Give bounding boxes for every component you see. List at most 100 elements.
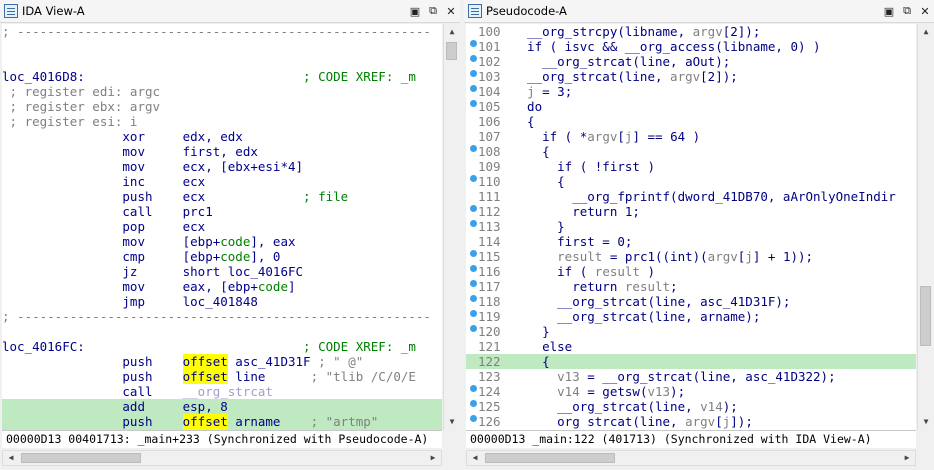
scroll-right-icon[interactable]: ▶ [899, 451, 915, 465]
asm-token: push [2, 414, 183, 429]
code-token: [2]); [700, 69, 738, 84]
code-token: j [745, 249, 753, 264]
scroll-left-icon[interactable]: ◀ [467, 451, 483, 465]
code-token: = 3; [534, 84, 573, 99]
pseudocode-line[interactable]: 121 else [466, 339, 916, 354]
asm-line[interactable]: cmp [ebp+code], 0 [2, 249, 442, 264]
pseudocode-line[interactable]: 120 } [466, 324, 916, 339]
pseudocode-line[interactable]: 113 } [466, 219, 916, 234]
asm-line[interactable]: pop ecx [2, 219, 442, 234]
asm-line[interactable]: loc_4016FC: ; CODE XREF: _m [2, 339, 442, 354]
pseudocode-line[interactable]: 123 v13 = __org_strcat(line, asc_41D322)… [466, 369, 916, 392]
pseudocode-line[interactable]: 110 { [466, 174, 916, 189]
pseudocode-line[interactable]: 124 v14 = getsw(v13); [466, 384, 916, 407]
hscroll-thumb[interactable] [485, 453, 615, 463]
asm-line[interactable]: ; register esi: i [2, 114, 442, 129]
scroll-down-icon[interactable]: ▼ [918, 414, 934, 430]
asm-line[interactable]: call __org_strcat [2, 384, 442, 399]
pseudocode-line[interactable]: 109 if ( !first ) [466, 159, 916, 182]
pseudocode-line[interactable]: 114 first = 0; [466, 234, 916, 257]
scroll-right-icon[interactable]: ▶ [425, 451, 441, 465]
pseudocode-line[interactable]: 104 j = 3; [466, 84, 916, 107]
pseudocode-line[interactable]: 116 if ( result ) [466, 264, 916, 287]
hscroll-thumb[interactable] [21, 453, 141, 463]
horizontal-scrollbar[interactable]: ◀ ▶ [2, 450, 442, 466]
pseudocode-line[interactable]: 100 __org_strcpy(libname, argv[2]); [466, 24, 916, 47]
pseudocode-line[interactable]: 118 __org_strcat(line, asc_41D31F); [466, 294, 916, 317]
pseudocode-line[interactable]: 108 { [466, 144, 916, 159]
line-number: 111 [478, 189, 501, 204]
asm-line[interactable]: mov [ebp+code], eax [2, 234, 442, 249]
asm-line[interactable]: call prc1 [2, 204, 442, 219]
asm-line[interactable]: mov first, edx [2, 144, 442, 159]
line-number: 109 [478, 159, 501, 174]
asm-line[interactable]: ; register ebx: argv [2, 99, 442, 114]
pseudocode-line[interactable]: 101 if ( isvc && __org_access(libname, 0… [466, 39, 916, 62]
line-number: 120 [478, 324, 501, 339]
pseudocode-line[interactable]: 117 return result; [466, 279, 916, 302]
asm-token: add esp, 8 [2, 399, 228, 414]
asm-line[interactable]: add esp, 8 [2, 399, 442, 414]
pin-icon[interactable]: ▣ [406, 5, 424, 18]
pin-icon[interactable]: ▣ [880, 5, 898, 18]
restore-icon[interactable]: ⧉ [424, 4, 442, 18]
line-number: 118 [478, 294, 501, 309]
asm-line[interactable] [2, 324, 442, 339]
pseudocode-line[interactable]: 106 { [466, 114, 916, 129]
code-token: v14 [700, 399, 723, 414]
restore-icon[interactable]: ⧉ [898, 4, 916, 18]
pseudocode-line[interactable]: 107 if ( *argv[j] == 64 ) [466, 129, 916, 152]
pseudocode-line[interactable]: 112 return 1; [466, 204, 916, 227]
horizontal-scrollbar[interactable]: ◀ ▶ [466, 450, 916, 466]
asm-line[interactable]: ; --------------------------------------… [2, 309, 442, 324]
pseudocode-line[interactable]: 105 do [466, 99, 916, 114]
asm-line[interactable]: mov ecx, [ebx+esi*4] [2, 159, 442, 174]
pseudocode-line[interactable]: 126 org strcat(line, argv[j]); [466, 414, 916, 429]
code-token: ) [639, 264, 656, 279]
pseudocode-line[interactable]: 122 { [466, 354, 916, 369]
asm-line[interactable]: mov eax, [ebp+code] [2, 279, 442, 294]
scroll-up-icon[interactable]: ▲ [444, 24, 460, 40]
close-icon[interactable]: ✕ [916, 5, 934, 18]
line-number: 106 [478, 114, 501, 129]
scroll-left-icon[interactable]: ◀ [3, 451, 19, 465]
asm-line[interactable]: jz short loc_4016FC [2, 264, 442, 279]
line-number: 126 [478, 414, 501, 429]
asm-line[interactable]: push offset arname ; "artmp" [2, 414, 442, 429]
vertical-scrollbar[interactable]: ▲ ▼ [917, 24, 934, 430]
asm-line[interactable]: loc_4016D8: ; CODE XREF: _m [2, 69, 442, 84]
vertical-scrollbar[interactable]: ▲ ▼ [443, 24, 460, 430]
pseudocode-line[interactable]: 119 __org_strcat(line, arname); [466, 309, 916, 332]
pseudocode-line[interactable]: 115 result = prc1((int)(argv[j] + 1)); [466, 249, 916, 272]
asm-line[interactable] [2, 39, 442, 54]
asm-line[interactable] [2, 54, 442, 69]
scroll-up-icon[interactable]: ▲ [918, 24, 934, 40]
asm-line[interactable]: jmp loc_401848 [2, 294, 442, 309]
disassembly-listing[interactable]: ; --------------------------------------… [2, 24, 442, 430]
pseudocode-line[interactable]: 125 __org_strcat(line, v14); [466, 399, 916, 422]
asm-line[interactable]: push offset line ; "tlib /C/0/E [2, 369, 442, 384]
asm-line[interactable]: push offset asc_41D31F ; " @" [2, 354, 442, 369]
close-icon[interactable]: ✕ [442, 5, 460, 18]
pseudocode-line[interactable]: 103 __org_strcat(line, argv[2]); [466, 69, 916, 92]
asm-line[interactable]: ; --------------------------------------… [2, 24, 442, 39]
code-text: else [512, 339, 572, 354]
code-token: } [512, 324, 550, 339]
pseudocode-line[interactable]: 102 __org_strcat(line, aOut); [466, 54, 916, 77]
asm-line[interactable]: ; register edi: argc [2, 84, 442, 99]
pseudocode-listing[interactable]: 100 __org_strcpy(libname, argv[2]); 101 i… [466, 24, 916, 430]
line-number: 107 [478, 129, 501, 144]
line-number: 108 [478, 144, 501, 159]
code-token: __org_strcpy(libname, [512, 24, 693, 39]
code-token: if ( !first ) [512, 159, 655, 174]
asm-line[interactable]: inc ecx [2, 174, 442, 189]
scroll-thumb[interactable] [446, 42, 457, 60]
scroll-down-icon[interactable]: ▼ [444, 414, 460, 430]
asm-line[interactable]: push ecx ; file [2, 189, 442, 204]
pseudocode-line[interactable]: 111 __org_fprintf(dword_41DB70, aArOnlyO… [466, 189, 916, 212]
scroll-thumb[interactable] [920, 286, 931, 346]
asm-line[interactable]: xor edx, edx [2, 129, 442, 144]
code-text: if ( result ) [512, 264, 655, 279]
code-text: org strcat(line, argv[j]); [512, 414, 753, 429]
offset-keyword: offset [182, 369, 228, 384]
